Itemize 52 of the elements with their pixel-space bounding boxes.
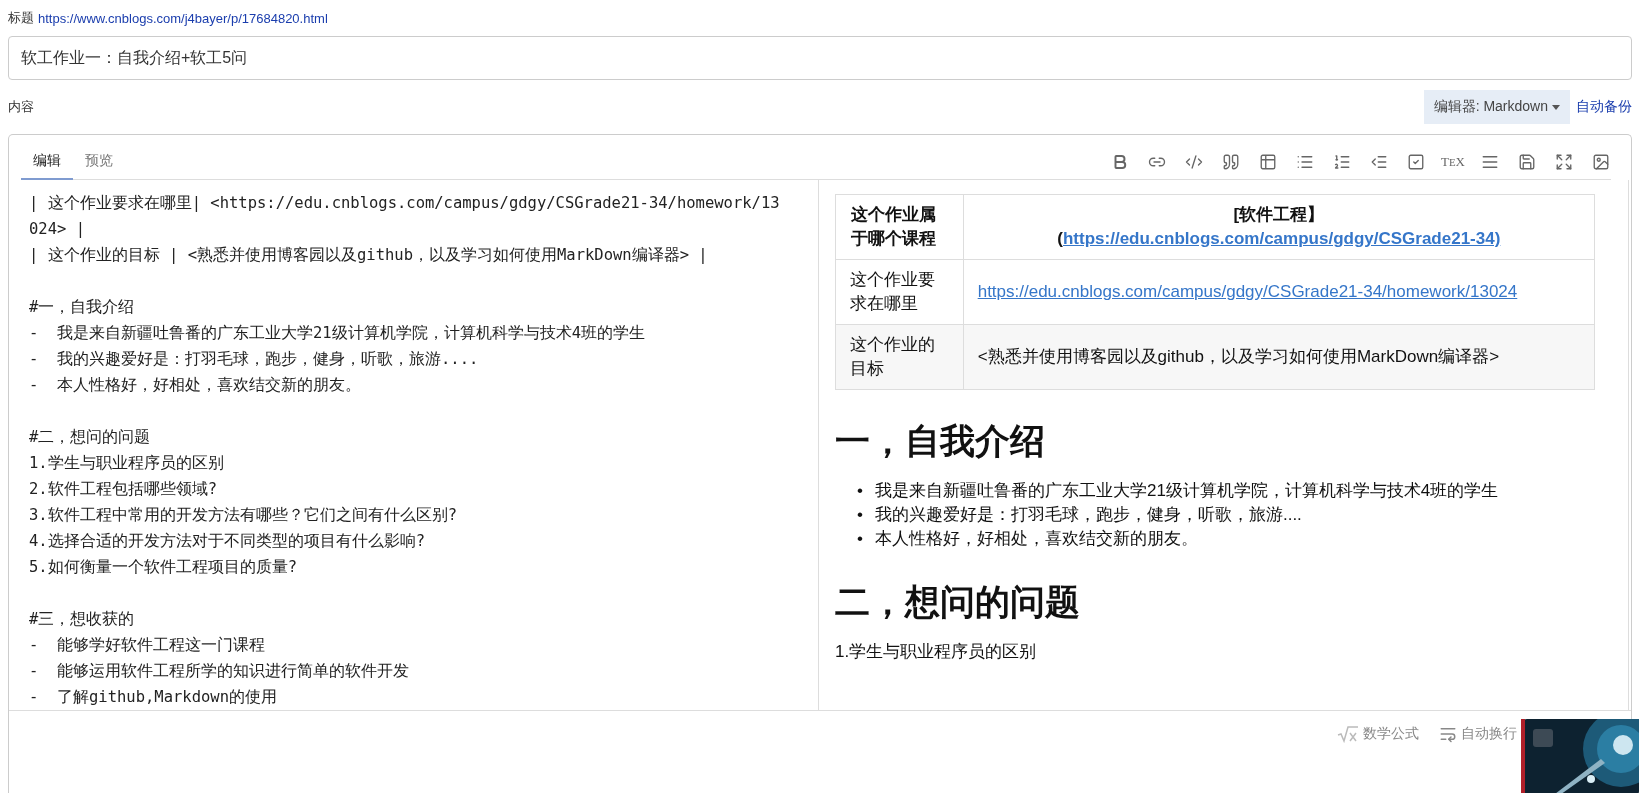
bullet-marker: • — [857, 528, 863, 550]
word-wrap-button[interactable]: 自动换行 — [1435, 721, 1521, 747]
editor-tab[interactable]: 编辑 — [21, 152, 73, 180]
code-line: #一，自我介绍 — [29, 297, 136, 318]
list-item: 我的兴趣爱好是：打羽毛球，跑步，健身，听歌，旅游.... — [874, 504, 1302, 526]
code-line: - 我的兴趣爱好是：打羽毛球，跑步，健身，听歌，旅游.... — [29, 349, 480, 370]
list-item: 本人性格好，好相处，喜欢结交新的朋友。 — [874, 528, 1198, 550]
save-icon[interactable] — [1517, 152, 1537, 172]
code-icon[interactable] — [1184, 152, 1204, 172]
code-line: 4.选择合适的开发方法对于不同类型的项目有什么影响? — [29, 531, 426, 552]
code-line: - 我是来自新疆吐鲁番的广东工业大学21级计算机学院，计算机科学与技术4班的学生 — [29, 323, 646, 344]
field-label: 标题 — [8, 9, 34, 27]
autosave-link[interactable]: 自动备份 — [1576, 98, 1632, 116]
code-line: - 了解github,Markdown的使用 — [29, 687, 278, 708]
paragraph: 1.学生与职业程序员的区别 — [835, 641, 1038, 663]
bullet-marker: • — [857, 480, 863, 502]
table-header: 这个作业属于哪个课程 — [850, 204, 936, 250]
code-line: #三，想收获的 — [29, 609, 136, 630]
code-line: | 这个作业的目标 | <熟悉并使用博客园以及github，以及学习如何使用MarkDown编译器> | — [29, 245, 709, 266]
numbered-list-icon[interactable] — [1332, 152, 1352, 172]
math-formula-button[interactable]: 数学公式 — [1333, 721, 1423, 747]
editor-tab[interactable]: 预览 — [73, 152, 125, 180]
image-icon[interactable] — [1591, 152, 1611, 172]
table-cell-text: 这个作业的目标 — [850, 334, 936, 380]
code-line: - 能够运用软件工程所学的知识进行简单的软件开发 — [29, 661, 410, 682]
code-line: 5.如何衡量一个软件工程项目的质量? — [29, 557, 298, 578]
course-link[interactable]: https://edu.cnblogs.com/campus/gdgy/CSGrade21-34) — [1063, 229, 1501, 248]
table-cell: <熟悉并使用博客园以及github，以及学习如何使用MarkDown编译器> — [977, 347, 1500, 366]
fullscreen-icon[interactable] — [1554, 152, 1574, 172]
table-icon[interactable] — [1258, 152, 1278, 172]
checkbox-icon[interactable] — [1406, 152, 1426, 172]
table-cell-text: 这个作业要求在哪里 — [850, 269, 936, 315]
editor-dropdown[interactable]: 编辑器: Markdown — [1423, 90, 1570, 124]
code-line: 3.软件工程中常用的开发方法有哪些？它们之间有什么区别? — [29, 505, 458, 526]
code-line: #二，想问的问题 — [29, 427, 152, 448]
code-line: - 本人性格好，好相处，喜欢结交新的朋友。 — [29, 375, 362, 396]
post-link[interactable]: https://www.cnblogs.com/j4bayer/p/17684820.html — [38, 10, 328, 26]
code-line: | 这个作业要求在哪里| <https://edu.cnblogs.com/campus/gdgy/CSGrade21-34/homework/13024> | — [29, 193, 781, 240]
section-heading: 二，想问的问题 — [835, 581, 1081, 623]
wrap-icon — [1439, 725, 1457, 743]
table-header: [软件工程】 (https://edu.cnblogs.com/campus/gdgy/CSGrade21-34) — [1056, 204, 1502, 250]
bullet-marker: • — [857, 504, 863, 526]
section-heading: 一，自我介绍 — [835, 420, 1046, 462]
field-label: 内容 — [8, 98, 34, 116]
square-root-icon — [1337, 725, 1359, 743]
list-item: 我是来自新疆吐鲁番的广东工业大学21级计算机学院，计算机科学与技术4班的学生 — [874, 480, 1499, 502]
quote-icon[interactable] — [1221, 152, 1241, 172]
code-line: - 能够学好软件工程这一门课程 — [29, 635, 266, 656]
code-line: 2.软件工程包括哪些领域? — [29, 479, 218, 500]
caret-icon — [1552, 104, 1560, 110]
code-line: 1.学生与职业程序员的区别 — [29, 453, 225, 474]
title-field[interactable]: 软工作业一：自我介绍+软工5问 — [8, 36, 1632, 80]
